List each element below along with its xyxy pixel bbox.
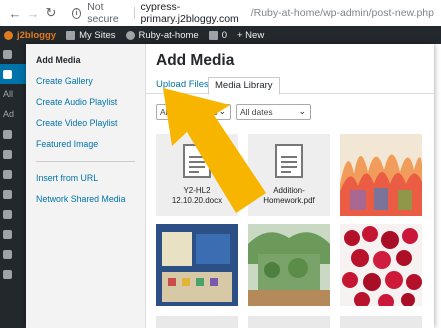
posts-icon[interactable]: [0, 64, 26, 84]
file-name-line1: Y2-HL2: [183, 186, 211, 195]
users-icon[interactable]: [0, 224, 26, 244]
attachment-image-beads[interactable]: [340, 224, 422, 306]
plugins-icon[interactable]: [0, 204, 26, 224]
attachment-image-drawing[interactable]: [340, 134, 422, 216]
red-beads-photo-thumbnail: [340, 224, 422, 306]
sites-icon: [66, 30, 76, 40]
menu-network-shared-media[interactable]: Network Shared Media: [26, 189, 145, 210]
media-content: Add Media Upload Files Media Library All…: [146, 44, 434, 328]
new-content-menu[interactable]: + New: [237, 30, 264, 41]
menu-separator: [36, 161, 135, 162]
comments-icon[interactable]: [0, 164, 26, 184]
media-tabs: Upload Files Media Library: [146, 74, 434, 95]
menu-insert-from-url[interactable]: Insert from URL: [26, 168, 145, 189]
wp-admin-menu: All Ad: [0, 44, 26, 328]
appearance-icon[interactable]: [0, 184, 26, 204]
attachment-partial[interactable]: [340, 316, 422, 328]
site-name-label: Ruby-at-home: [138, 29, 199, 41]
menu-label-all[interactable]: All: [0, 84, 26, 104]
media-side-menu: Add Media Create Gallery Create Audio Pl…: [26, 44, 146, 328]
forward-arrow-icon[interactable]: →: [24, 4, 42, 22]
attachment-document[interactable]: Y2-HL2 12.10.20.docx: [156, 134, 238, 216]
attachment-document[interactable]: Addition- Homework.pdf: [248, 134, 330, 216]
attachment-partial[interactable]: [248, 316, 330, 328]
media-modal: Add Media Create Gallery Create Audio Pl…: [26, 44, 434, 328]
attachment-image-classroom[interactable]: [156, 224, 238, 306]
security-label: Not secure: [87, 1, 119, 25]
browser-toolbar: ← → ↻ i Not secure cypress-primary.j2blo…: [0, 0, 441, 26]
j2-logo-icon: [4, 30, 13, 40]
comments-count: 0: [221, 29, 227, 41]
settings-icon[interactable]: [0, 264, 26, 284]
menu-label-add[interactable]: Ad: [0, 104, 26, 124]
menu-create-gallery[interactable]: Create Gallery: [26, 71, 145, 92]
home-icon: [125, 30, 135, 40]
modal-title: Add Media: [156, 52, 235, 69]
tab-media-library[interactable]: Media Library: [208, 77, 280, 95]
date-filter[interactable]: All dates ⌄: [236, 104, 311, 120]
dashboard-icon[interactable]: [0, 44, 26, 64]
logo-text: j2bloggy: [17, 29, 57, 41]
tools-icon[interactable]: [0, 244, 26, 264]
menu-add-media[interactable]: Add Media: [26, 50, 145, 71]
media-type-filter[interactable]: All media items ⌄: [156, 104, 231, 120]
url-host: cypress-primary.j2bloggy.com: [140, 1, 239, 25]
media-icon[interactable]: [0, 124, 26, 144]
site-name-menu[interactable]: Ruby-at-home: [125, 29, 199, 41]
url-path: /Ruby-at-home/wp-admin/post-new.php: [250, 7, 434, 19]
menu-featured-image[interactable]: Featured Image: [26, 134, 145, 155]
comment-icon: [208, 30, 218, 40]
new-label: + New: [237, 29, 265, 41]
address-divider: [133, 7, 135, 19]
chevron-down-icon: ⌄: [298, 106, 306, 116]
my-sites-label: My Sites: [79, 29, 116, 41]
attachment-partial[interactable]: [156, 316, 238, 328]
address-bar[interactable]: i Not secure cypress-primary.j2bloggy.co…: [72, 1, 434, 25]
menu-create-video-playlist[interactable]: Create Video Playlist: [26, 113, 145, 134]
reload-icon[interactable]: ↻: [42, 4, 60, 22]
comments-menu[interactable]: 0: [208, 29, 227, 41]
pages-icon[interactable]: [0, 144, 26, 164]
back-arrow-icon[interactable]: ←: [6, 4, 24, 22]
chevron-down-icon: ⌄: [218, 106, 226, 116]
my-sites-menu[interactable]: My Sites: [66, 29, 116, 41]
date-value: All dates: [240, 107, 273, 117]
media-type-value: All media items: [160, 107, 218, 117]
file-name-line2: Homework.pdf: [263, 196, 315, 205]
file-name-line1: Addition-: [273, 186, 305, 195]
file-name-line2: 12.10.20.docx: [171, 196, 223, 205]
info-icon[interactable]: i: [72, 7, 82, 19]
classroom-photo-thumbnail: [156, 224, 238, 306]
menu-create-audio-playlist[interactable]: Create Audio Playlist: [26, 92, 145, 113]
j2bloggy-logo[interactable]: j2bloggy: [4, 30, 56, 41]
document-icon: [275, 144, 303, 178]
flame-drawing-thumbnail: [340, 134, 422, 216]
tab-upload-files[interactable]: Upload Files: [150, 77, 215, 95]
document-icon: [183, 144, 211, 178]
attachment-image-garden[interactable]: [248, 224, 330, 306]
wp-admin-bar: j2bloggy My Sites Ruby-at-home 0 + New: [0, 26, 441, 44]
garden-photo-thumbnail: [248, 224, 330, 306]
